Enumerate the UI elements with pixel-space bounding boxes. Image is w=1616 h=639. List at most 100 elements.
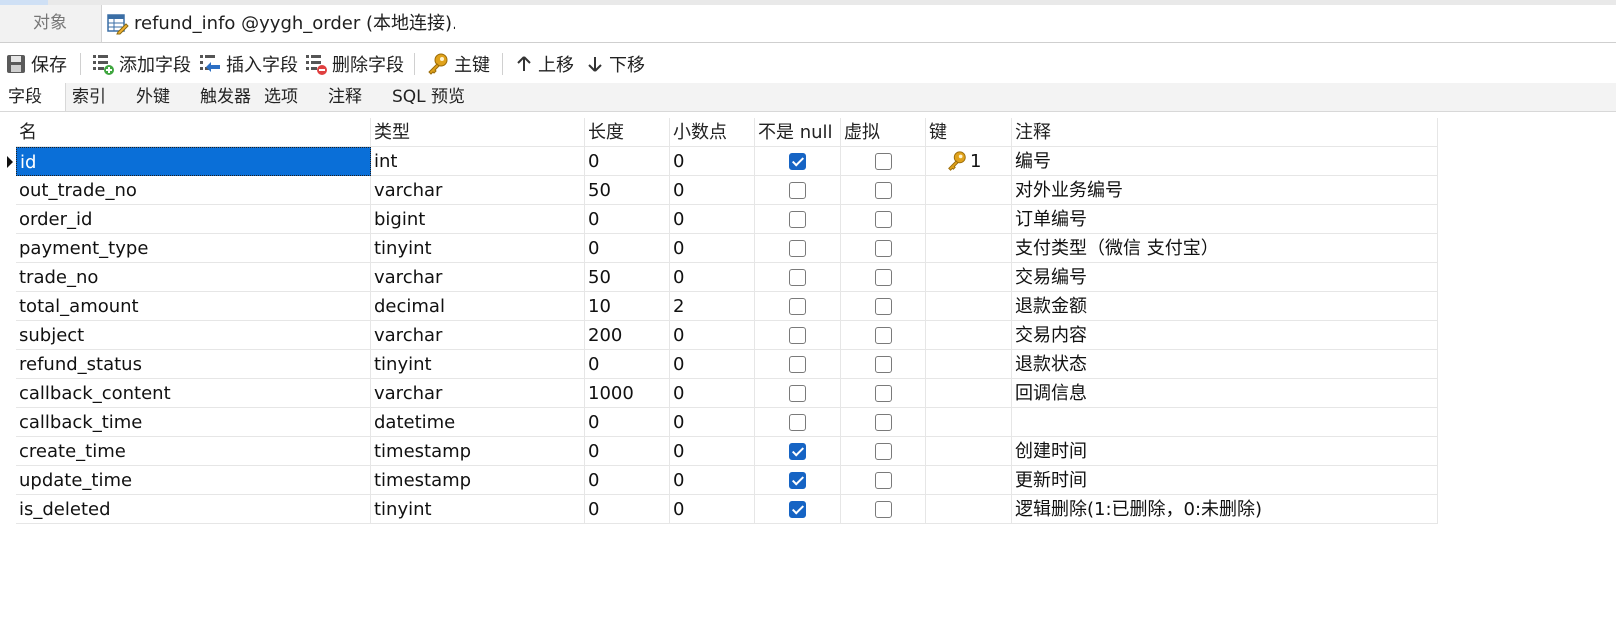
not-null-checkbox[interactable] bbox=[789, 240, 806, 257]
key-cell[interactable] bbox=[926, 437, 1012, 466]
column-header-type[interactable]: 类型 bbox=[371, 118, 585, 147]
delete-field-button[interactable]: 删除字段 bbox=[304, 47, 404, 81]
not-null-checkbox[interactable] bbox=[789, 298, 806, 315]
virtual-checkbox[interactable] bbox=[875, 414, 892, 431]
field-decimals-cell[interactable]: 0 bbox=[670, 147, 755, 176]
virtual-checkbox[interactable] bbox=[875, 211, 892, 228]
field-decimals-cell[interactable]: 0 bbox=[670, 350, 755, 379]
key-cell[interactable] bbox=[926, 379, 1012, 408]
subtab-fields[interactable]: 字段 bbox=[0, 83, 66, 111]
field-length-cell[interactable]: 0 bbox=[585, 147, 670, 176]
field-type-cell[interactable]: timestamp bbox=[371, 466, 585, 495]
column-header-name[interactable]: 名 bbox=[16, 118, 371, 147]
field-type-cell[interactable]: varchar bbox=[371, 379, 585, 408]
subtab-foreign-keys[interactable]: 外键 bbox=[128, 83, 194, 111]
virtual-checkbox[interactable] bbox=[875, 182, 892, 199]
field-type-cell[interactable]: varchar bbox=[371, 321, 585, 350]
tab-objects[interactable]: 对象 bbox=[0, 5, 100, 42]
key-cell[interactable] bbox=[926, 408, 1012, 437]
virtual-checkbox[interactable] bbox=[875, 240, 892, 257]
field-length-cell[interactable]: 0 bbox=[585, 350, 670, 379]
not-null-checkbox[interactable] bbox=[789, 414, 806, 431]
field-type-cell[interactable]: tinyint bbox=[371, 234, 585, 263]
field-length-cell[interactable]: 1000 bbox=[585, 379, 670, 408]
field-name-cell[interactable]: callback_time bbox=[16, 408, 371, 437]
virtual-checkbox[interactable] bbox=[875, 501, 892, 518]
tab-table-design[interactable]: refund_info @yygh_order (本地连接)... bbox=[101, 5, 469, 42]
column-header-decimals[interactable]: 小数点 bbox=[670, 118, 755, 147]
field-name-cell[interactable]: payment_type bbox=[16, 234, 371, 263]
field-decimals-cell[interactable]: 0 bbox=[670, 408, 755, 437]
key-cell[interactable] bbox=[926, 495, 1012, 524]
field-comment-cell[interactable]: 更新时间 bbox=[1012, 466, 1438, 495]
subtab-indexes[interactable]: 索引 bbox=[64, 83, 130, 111]
field-name-cell[interactable]: create_time bbox=[16, 437, 371, 466]
key-cell[interactable] bbox=[926, 466, 1012, 495]
field-name-cell[interactable]: order_id bbox=[16, 205, 371, 234]
virtual-checkbox[interactable] bbox=[875, 153, 892, 170]
column-header-key[interactable]: 键 bbox=[926, 118, 1012, 147]
field-comment-cell[interactable]: 回调信息 bbox=[1012, 379, 1438, 408]
not-null-checkbox[interactable] bbox=[789, 356, 806, 373]
key-cell[interactable] bbox=[926, 350, 1012, 379]
move-down-button[interactable]: 下移 bbox=[585, 47, 645, 81]
field-name-cell[interactable]: total_amount bbox=[16, 292, 371, 321]
primary-key-button[interactable]: 主键 bbox=[426, 47, 490, 81]
virtual-checkbox[interactable] bbox=[875, 443, 892, 460]
field-length-cell[interactable]: 10 bbox=[585, 292, 670, 321]
field-comment-cell[interactable]: 对外业务编号 bbox=[1012, 176, 1438, 205]
field-type-cell[interactable]: varchar bbox=[371, 176, 585, 205]
save-button[interactable]: 保存 bbox=[5, 47, 67, 81]
key-cell[interactable] bbox=[926, 263, 1012, 292]
not-null-checkbox[interactable] bbox=[789, 443, 806, 460]
virtual-checkbox[interactable] bbox=[875, 385, 892, 402]
field-name-cell[interactable]: is_deleted bbox=[16, 495, 371, 524]
key-cell[interactable] bbox=[926, 234, 1012, 263]
field-name-cell[interactable]: update_time bbox=[16, 466, 371, 495]
field-type-cell[interactable]: tinyint bbox=[371, 350, 585, 379]
virtual-checkbox[interactable] bbox=[875, 298, 892, 315]
subtab-sql-preview[interactable]: SQL 预览 bbox=[384, 83, 474, 111]
field-length-cell[interactable]: 0 bbox=[585, 234, 670, 263]
field-type-cell[interactable]: int bbox=[371, 147, 585, 176]
field-name-cell[interactable]: trade_no bbox=[16, 263, 371, 292]
field-comment-cell[interactable] bbox=[1012, 408, 1438, 437]
key-cell[interactable] bbox=[926, 176, 1012, 205]
field-decimals-cell[interactable]: 0 bbox=[670, 234, 755, 263]
key-cell[interactable] bbox=[926, 292, 1012, 321]
field-decimals-cell[interactable]: 0 bbox=[670, 466, 755, 495]
field-comment-cell[interactable]: 逻辑删除(1:已删除，0:未删除) bbox=[1012, 495, 1438, 524]
field-comment-cell[interactable]: 订单编号 bbox=[1012, 205, 1438, 234]
column-header-virtual[interactable]: 虚拟 bbox=[841, 118, 926, 147]
key-cell[interactable] bbox=[926, 321, 1012, 350]
not-null-checkbox[interactable] bbox=[789, 327, 806, 344]
field-type-cell[interactable]: bigint bbox=[371, 205, 585, 234]
virtual-checkbox[interactable] bbox=[875, 472, 892, 489]
field-decimals-cell[interactable]: 0 bbox=[670, 205, 755, 234]
field-comment-cell[interactable]: 编号 bbox=[1012, 147, 1438, 176]
field-comment-cell[interactable]: 退款金额 bbox=[1012, 292, 1438, 321]
field-length-cell[interactable]: 0 bbox=[585, 495, 670, 524]
subtab-options[interactable]: 选项 bbox=[256, 83, 322, 111]
not-null-checkbox[interactable] bbox=[789, 472, 806, 489]
column-header-not-null[interactable]: 不是 null bbox=[755, 118, 841, 147]
field-decimals-cell[interactable]: 0 bbox=[670, 321, 755, 350]
not-null-checkbox[interactable] bbox=[789, 501, 806, 518]
key-cell[interactable] bbox=[926, 205, 1012, 234]
field-decimals-cell[interactable]: 0 bbox=[670, 437, 755, 466]
not-null-checkbox[interactable] bbox=[789, 385, 806, 402]
field-decimals-cell[interactable]: 0 bbox=[670, 379, 755, 408]
field-comment-cell[interactable]: 交易内容 bbox=[1012, 321, 1438, 350]
field-decimals-cell[interactable]: 0 bbox=[670, 495, 755, 524]
field-length-cell[interactable]: 200 bbox=[585, 321, 670, 350]
field-name-cell[interactable]: subject bbox=[16, 321, 371, 350]
not-null-checkbox[interactable] bbox=[789, 269, 806, 286]
virtual-checkbox[interactable] bbox=[875, 269, 892, 286]
field-type-cell[interactable]: timestamp bbox=[371, 437, 585, 466]
subtab-comment[interactable]: 注释 bbox=[320, 83, 386, 111]
add-field-button[interactable]: 添加字段 bbox=[91, 47, 191, 81]
field-comment-cell[interactable]: 支付类型（微信 支付宝） bbox=[1012, 234, 1438, 263]
field-decimals-cell[interactable]: 2 bbox=[670, 292, 755, 321]
virtual-checkbox[interactable] bbox=[875, 327, 892, 344]
subtab-triggers[interactable]: 触发器 bbox=[192, 83, 258, 111]
